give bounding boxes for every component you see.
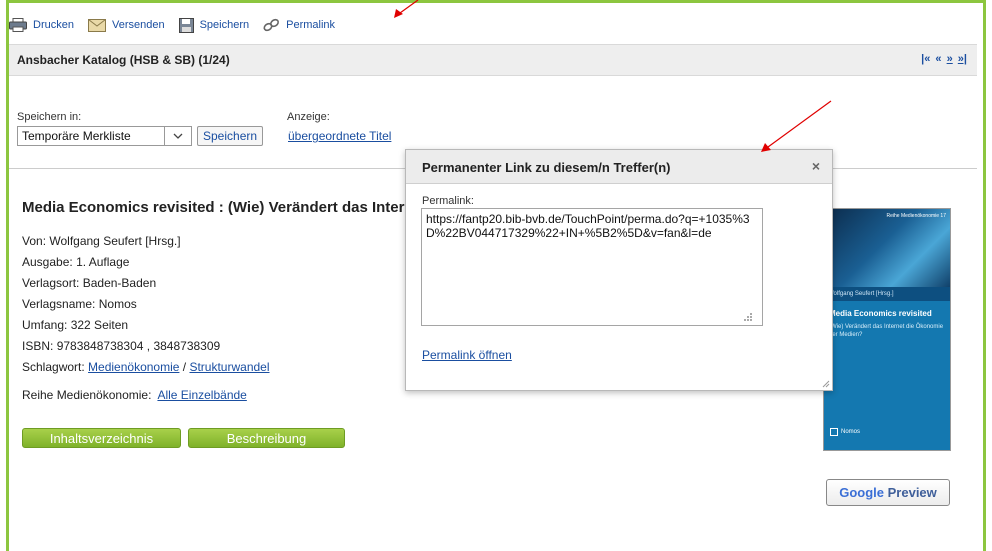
- google-wordmark: Google: [839, 485, 884, 500]
- nomos-logo-icon: [830, 428, 838, 436]
- record-edition: Ausgabe: 1. Auflage: [22, 255, 129, 269]
- print-label: Drucken: [33, 19, 74, 31]
- catalog-title: Ansbacher Katalog (HSB & SB) (1/24): [17, 53, 230, 67]
- record-series: Reihe Medienökonomie: Alle Einzelbände: [22, 388, 247, 402]
- send-label: Versenden: [111, 19, 165, 31]
- pager-next[interactable]: »: [947, 53, 953, 65]
- cover-editor: Wolfgang Seufert [Hrsg.]: [824, 287, 950, 301]
- print-button[interactable]: Drucken: [9, 18, 74, 32]
- resize-grip-icon[interactable]: [743, 312, 753, 322]
- pager: |« « » »|: [919, 53, 967, 65]
- cover-title: Media Economics revisited: [829, 309, 932, 318]
- printer-icon: [9, 18, 27, 32]
- edition-value: 1. Auflage: [76, 255, 130, 269]
- subject-link-medienoekonomie[interactable]: Medienökonomie: [88, 360, 179, 374]
- pager-first[interactable]: |«: [921, 53, 930, 65]
- save-toolbar-button[interactable]: Speichern: [178, 17, 250, 33]
- chevron-down-icon[interactable]: [164, 127, 191, 145]
- envelope-icon: [87, 18, 106, 32]
- cover-publisher: Nomos: [830, 428, 860, 436]
- publisher-value: Nomos: [98, 297, 137, 311]
- chain-link-icon: [263, 18, 280, 32]
- pager-prev[interactable]: «: [935, 53, 941, 65]
- author-label: Von:: [22, 234, 47, 248]
- dialog-header: Permanenter Link zu diesem/n Treffer(n) …: [406, 150, 832, 184]
- catalog-header: Ansbacher Katalog (HSB & SB) (1/24) |« «…: [9, 44, 977, 76]
- extent-label: Umfang:: [22, 318, 68, 332]
- permalink-label: Permalink: [286, 19, 336, 31]
- record-extent: Umfang: 322 Seiten: [22, 318, 128, 332]
- place-value: Baden-Baden: [82, 276, 157, 290]
- subject-label: Schlagwort:: [22, 360, 85, 374]
- save-button[interactable]: Speichern: [197, 126, 264, 146]
- display-label: Anzeige:: [287, 111, 330, 123]
- cover-series: Reihe Medienökonomie 17: [886, 213, 946, 219]
- author-value: Wolfgang Seufert [Hrsg.]: [49, 234, 181, 248]
- cover-subtitle: (Wie) Verändert das Internet die Ökonomi…: [829, 324, 944, 338]
- edition-label: Ausgabe:: [22, 255, 73, 269]
- subject-separator: /: [182, 360, 187, 374]
- description-button[interactable]: Beschreibung: [188, 428, 345, 448]
- cover-image: [824, 209, 950, 289]
- pager-last[interactable]: »|: [958, 53, 967, 65]
- save-in-label: Speichern in:: [17, 111, 82, 123]
- permalink-textarea[interactable]: https://fantp20.bib-bvb.de/TouchPoint/pe…: [421, 208, 763, 326]
- isbn-label: ISBN:: [22, 339, 54, 353]
- preview-label: Preview: [887, 485, 937, 500]
- table-of-contents-button[interactable]: Inhaltsverzeichnis: [22, 428, 181, 448]
- parent-titles-link[interactable]: übergeordnete Titel: [288, 129, 391, 143]
- record-isbn: ISBN: 9783848738304 , 3848738309: [22, 339, 220, 353]
- floppy-disk-icon: [178, 17, 194, 33]
- place-label: Verlagsort:: [22, 276, 80, 290]
- permalink-dialog: Permanenter Link zu diesem/n Treffer(n) …: [405, 149, 833, 391]
- permalink-button[interactable]: Permalink: [263, 18, 335, 32]
- book-cover[interactable]: Reihe Medienökonomie 17 Wolfgang Seufert…: [823, 208, 951, 451]
- record-title: Media Economics revisited : (Wie) Veränd…: [22, 199, 407, 216]
- series-label: Reihe Medienökonomie:: [22, 388, 152, 402]
- dialog-resize-icon[interactable]: [820, 378, 830, 388]
- record-publisher: Verlagsname: Nomos: [22, 297, 137, 311]
- record-place: Verlagsort: Baden-Baden: [22, 276, 156, 290]
- series-all-volumes-link[interactable]: Alle Einzelbände: [157, 388, 246, 402]
- extent-value: 322 Seiten: [70, 318, 129, 332]
- dialog-title: Permanenter Link zu diesem/n Treffer(n): [422, 160, 671, 175]
- toolbar: Drucken Versenden Speichern Permalink: [9, 14, 349, 36]
- save-in-select[interactable]: Temporäre Merkliste: [17, 126, 192, 146]
- close-icon[interactable]: ×: [812, 158, 820, 174]
- cover-publisher-name: Nomos: [841, 429, 861, 435]
- google-preview-button[interactable]: Google Preview: [826, 479, 950, 506]
- save-in-value: Temporäre Merkliste: [22, 129, 131, 143]
- record-subjects: Schlagwort: Medienökonomie / Strukturwan…: [22, 360, 270, 374]
- isbn-value: 9783848738304 , 3848738309: [56, 339, 221, 353]
- open-permalink-link[interactable]: Permalink öffnen: [422, 348, 512, 362]
- publisher-label: Verlagsname:: [22, 297, 96, 311]
- record-author: Von: Wolfgang Seufert [Hrsg.]: [22, 234, 181, 248]
- subject-link-strukturwandel[interactable]: Strukturwandel: [189, 360, 269, 374]
- send-button[interactable]: Versenden: [87, 18, 165, 32]
- save-toolbar-label: Speichern: [199, 19, 250, 31]
- permalink-field-label: Permalink:: [422, 195, 474, 207]
